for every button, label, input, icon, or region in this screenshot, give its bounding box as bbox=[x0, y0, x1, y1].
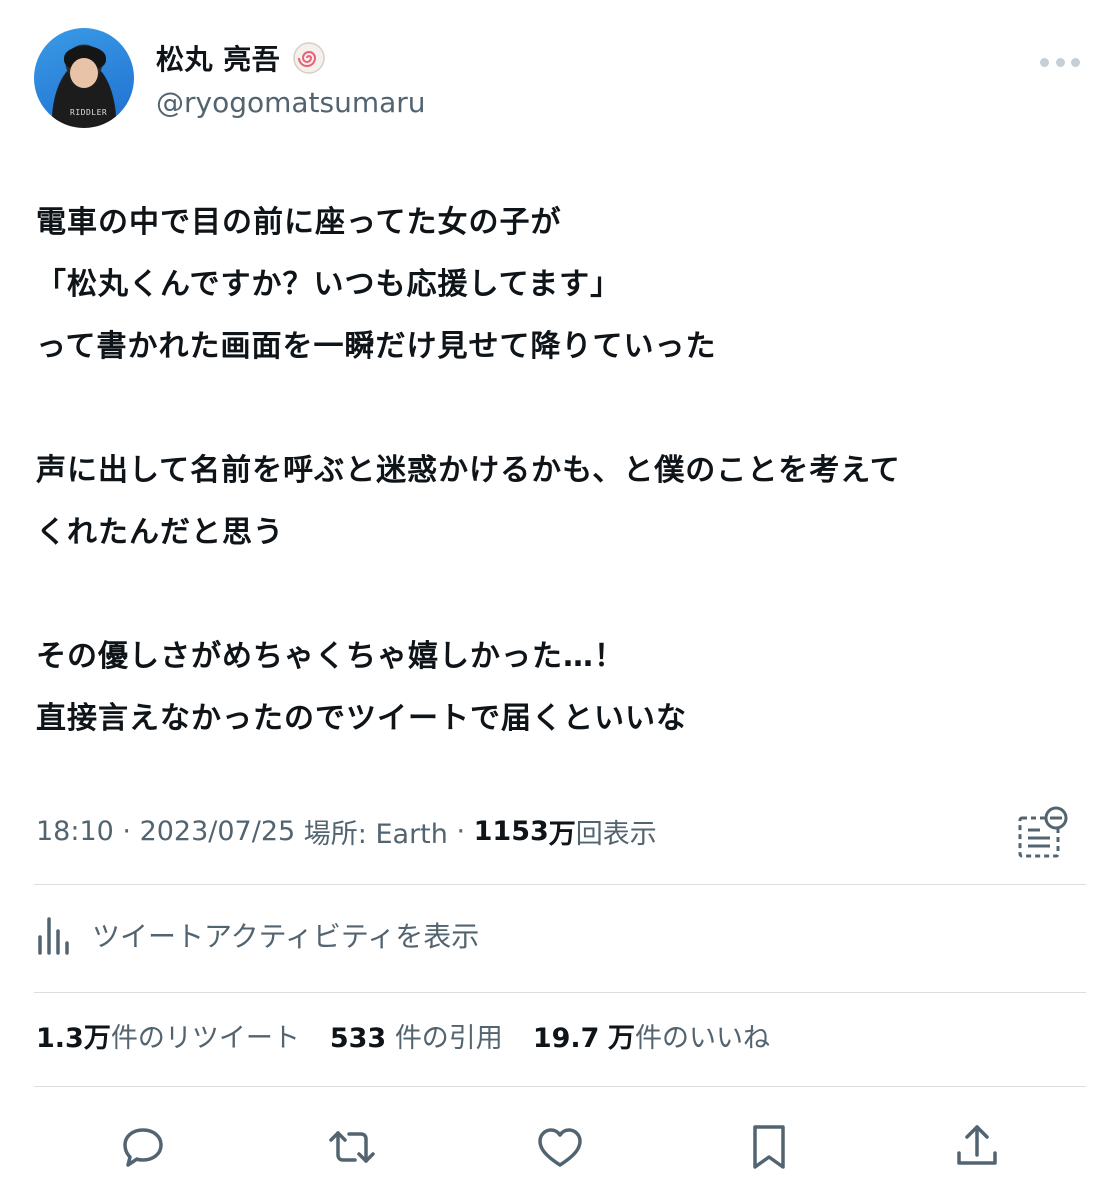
divider bbox=[34, 884, 1086, 885]
quotes-label: 件の引用 bbox=[394, 1023, 503, 1054]
dot bbox=[1040, 57, 1049, 67]
likes-label: 件のいいね bbox=[635, 1023, 771, 1054]
bookmark-icon bbox=[752, 1125, 785, 1169]
body-line: って書かれた画面を一瞬だけ見せて降りていった bbox=[36, 329, 717, 364]
tweet-header: RIDDLER 松丸 亮吾 @ryogomatsumaru bbox=[34, 28, 1086, 130]
likes-number: 19.7 bbox=[532, 1023, 600, 1054]
display-name[interactable]: 松丸 亮吾 bbox=[156, 38, 280, 78]
user-handle[interactable]: @ryogomatsumaru bbox=[156, 86, 426, 119]
views-unit: 万 bbox=[548, 819, 576, 850]
body-line: 電車の中で目の前に座ってた女の子が bbox=[36, 205, 562, 240]
tweet-location[interactable]: 場所: Earth bbox=[304, 812, 448, 851]
reply-button[interactable] bbox=[110, 1114, 176, 1180]
hide-views-icon[interactable] bbox=[1012, 804, 1072, 864]
divider bbox=[34, 1086, 1086, 1087]
retweets-label: 件のリツイート bbox=[110, 1023, 300, 1054]
likes-unit: 万 bbox=[608, 1023, 636, 1054]
body-line: 声に出して名前を呼ぶと迷惑かけるかも、と僕のことを考えて bbox=[36, 453, 901, 488]
tweet-date[interactable]: 2023/07/25 bbox=[140, 816, 296, 847]
tweet-activity-link[interactable]: ツイートアクティビティを表示 bbox=[36, 910, 479, 960]
retweets-count[interactable]: 1.3万件のリツイート bbox=[36, 1016, 300, 1055]
share-icon bbox=[957, 1125, 997, 1165]
retweets-number: 1.3 bbox=[36, 1023, 84, 1054]
body-line: 直接言えなかったのでツイートで届くといいな bbox=[36, 701, 687, 736]
activity-label: ツイートアクティビティを表示 bbox=[92, 920, 480, 953]
engagement-counts: 1.3万件のリツイート 533 件の引用 19.7 万件のいいね bbox=[36, 1016, 770, 1055]
body-line: 「松丸くんですか？いつも応援してます」 bbox=[36, 267, 622, 302]
retweet-button[interactable] bbox=[319, 1114, 385, 1180]
avatar-face bbox=[70, 58, 98, 88]
avatar[interactable]: RIDDLER bbox=[34, 28, 134, 128]
separator bbox=[295, 816, 304, 847]
tweet-meta: 18:10 · 2023/07/25 場所: Earth · 1153 万 回表… bbox=[36, 812, 657, 851]
dot bbox=[1071, 57, 1080, 67]
retweet-icon bbox=[328, 1131, 375, 1163]
views-count: 1153 bbox=[473, 816, 549, 847]
more-options-icon[interactable] bbox=[1040, 56, 1080, 68]
quotes-count[interactable]: 533 件の引用 bbox=[330, 1016, 503, 1055]
tweet-time[interactable]: 18:10 bbox=[36, 816, 114, 847]
reply-icon bbox=[123, 1128, 163, 1167]
like-button[interactable] bbox=[527, 1114, 593, 1180]
dot bbox=[1055, 57, 1065, 67]
retweets-unit: 万 bbox=[83, 1023, 111, 1054]
avatar-shirt-text: RIDDLER bbox=[70, 108, 108, 117]
narutomaki-emoji-icon bbox=[293, 42, 325, 74]
body-line: くれたんだと思う bbox=[36, 515, 284, 550]
separator: · bbox=[447, 816, 474, 847]
bookmark-button[interactable] bbox=[736, 1114, 802, 1180]
divider bbox=[34, 992, 1086, 993]
activity-chart-icon bbox=[38, 917, 69, 955]
like-icon bbox=[538, 1128, 582, 1167]
name-row: 松丸 亮吾 bbox=[156, 40, 326, 76]
views-label: 回表示 bbox=[575, 819, 657, 850]
quotes-number: 533 bbox=[329, 1023, 387, 1054]
body-line: その優しさがめちゃくちゃ嬉しかった…！ bbox=[36, 639, 625, 674]
separator: · bbox=[113, 816, 140, 847]
share-button[interactable] bbox=[944, 1114, 1010, 1180]
likes-count[interactable]: 19.7 万件のいいね bbox=[533, 1016, 770, 1055]
tweet-body: 電車の中で目の前に座ってた女の子が 「松丸くんですか？いつも応援してます」 って… bbox=[36, 192, 1096, 750]
action-bar bbox=[110, 1112, 1010, 1182]
